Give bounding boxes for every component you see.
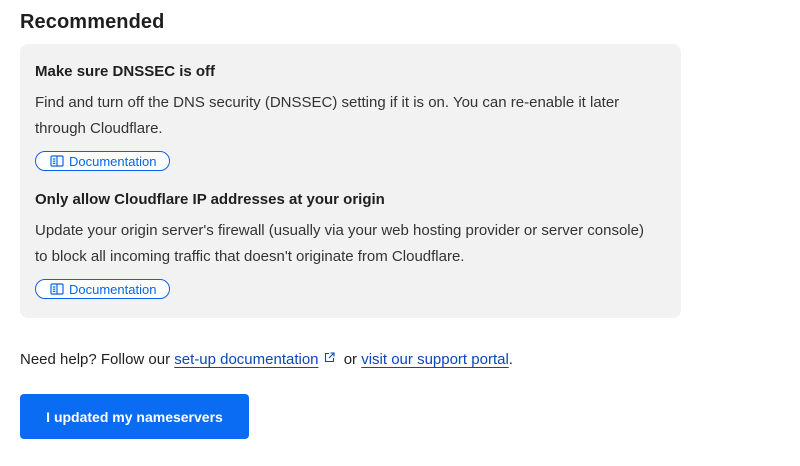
support-portal-link[interactable]: visit our support portal (361, 351, 509, 368)
recommendation-heading: Only allow Cloudflare IP addresses at yo… (35, 191, 385, 208)
book-icon (50, 283, 64, 295)
help-prefix: Need help? Follow our (20, 351, 175, 368)
help-middle: or (339, 351, 362, 368)
recommendation-body: Update your origin server's firewall (us… (35, 222, 644, 265)
recommendation-origin-ips: Only allow Cloudflare IP addresses at yo… (35, 191, 655, 300)
documentation-button[interactable]: Documentation (35, 279, 171, 299)
recommendations-card: Make sure DNSSEC is off Find and turn of… (20, 44, 681, 318)
documentation-button-label: Documentation (69, 281, 157, 297)
recommendation-heading: Make sure DNSSEC is off (35, 63, 216, 80)
section-title: Recommended (20, 11, 165, 33)
documentation-button-label: Documentation (69, 153, 157, 169)
recommendation-body: Find and turn off the DNS security (DNSS… (35, 94, 620, 137)
help-suffix: . (508, 351, 513, 368)
book-icon (50, 155, 64, 167)
setup-documentation-link[interactable]: set-up documentation (174, 351, 318, 368)
documentation-button[interactable]: Documentation (35, 151, 171, 171)
recommendation-dnssec: Make sure DNSSEC is off Find and turn of… (35, 63, 655, 172)
external-link-icon[interactable] (324, 349, 335, 363)
updated-nameservers-button[interactable]: I updated my nameservers (20, 394, 249, 439)
page: Recommended Make sure DNSSEC is off Find… (0, 0, 800, 466)
help-text: Need help? Follow our set-up documentati… (20, 349, 513, 370)
